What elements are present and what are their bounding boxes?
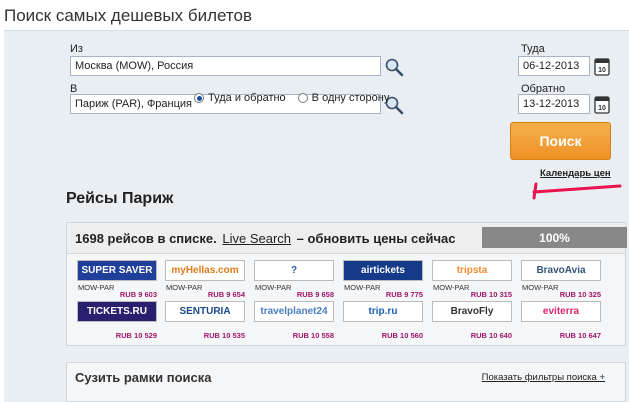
- roundtrip-radio[interactable]: [194, 93, 204, 103]
- agency-logo[interactable]: eviterra: [521, 301, 601, 322]
- agency-logo[interactable]: tripsta: [432, 260, 512, 281]
- results-panel: 1698 рейсов в списке. Live Search – обно…: [66, 222, 627, 346]
- from-label: Из: [70, 43, 83, 55]
- agency-route: MOW-PAR: [344, 283, 381, 292]
- agency-card[interactable]: airtickets MOW-PAR RUB 9 775: [343, 260, 423, 299]
- agency-logo[interactable]: ?: [254, 260, 334, 281]
- live-search-link[interactable]: Live Search: [222, 231, 291, 246]
- agency-card[interactable]: eviterra RUB 10 647: [521, 301, 601, 340]
- from-input[interactable]: Москва (MOW), Россия: [70, 56, 381, 76]
- show-filters-link[interactable]: Показать фильтры поиска +: [482, 372, 605, 383]
- agency-route: MOW-PAR: [522, 283, 559, 292]
- agency-logo[interactable]: BravoFly: [432, 301, 512, 322]
- search-icon[interactable]: [384, 57, 404, 77]
- agency-logo[interactable]: trip.ru: [343, 301, 423, 322]
- oneway-radio[interactable]: [297, 93, 308, 103]
- trip-type-radios: Туда и обратно В одну сторону: [194, 92, 389, 104]
- agency-route: MOW-PAR: [78, 283, 115, 292]
- agency-price[interactable]: RUB 10 529: [116, 331, 157, 340]
- agency-route: MOW-PAR: [166, 283, 203, 292]
- search-button[interactable]: Поиск: [510, 122, 611, 160]
- agency-price[interactable]: RUB 10 640: [471, 331, 512, 340]
- flights-title: Рейсы Париж: [66, 190, 174, 207]
- depart-label: Туда: [521, 43, 545, 55]
- agency-price[interactable]: RUB 9 654: [208, 290, 245, 299]
- agency-price[interactable]: RUB 10 325: [560, 290, 601, 299]
- agency-card[interactable]: SUPER SAVER MOW-PAR RUB 9 603: [77, 260, 157, 299]
- agency-price[interactable]: RUB 10 315: [471, 290, 512, 299]
- results-count: 1698 рейсов в списке.: [75, 231, 217, 246]
- agency-card[interactable]: BravoAvia MOW-PAR RUB 10 325: [521, 260, 601, 299]
- agency-logo[interactable]: SUPER SAVER: [77, 260, 157, 281]
- agency-logo[interactable]: airtickets: [343, 260, 423, 281]
- filters-panel: Сузить рамки поиска Показать фильтры пои…: [66, 362, 626, 402]
- agency-logo[interactable]: SENTURIA: [165, 301, 245, 322]
- agency-logo[interactable]: myHellas.com: [165, 260, 245, 281]
- svg-text:10: 10: [598, 67, 606, 74]
- progress-label: 100%: [539, 230, 570, 245]
- agency-card[interactable]: ? MOW-PAR RUB 9 658: [254, 260, 334, 299]
- roundtrip-label[interactable]: Туда и обратно: [208, 92, 286, 104]
- agency-price[interactable]: RUB 10 535: [204, 331, 245, 340]
- results-summary: 1698 рейсов в списке. Live Search – обно…: [75, 231, 455, 246]
- page-title: Поиск самых дешевых билетов: [4, 6, 252, 25]
- svg-text:10: 10: [598, 105, 606, 112]
- red-underline-annotation: [532, 182, 622, 200]
- calendar-icon[interactable]: 10: [594, 56, 610, 76]
- calendar-icon[interactable]: 10: [594, 94, 610, 114]
- agency-price[interactable]: RUB 10 558: [293, 331, 334, 340]
- oneway-label[interactable]: В одну сторону: [312, 92, 390, 104]
- agency-price[interactable]: RUB 10 560: [382, 331, 423, 340]
- agency-card[interactable]: tripsta MOW-PAR RUB 10 315: [432, 260, 512, 299]
- agency-card[interactable]: trip.ru RUB 10 560: [343, 301, 423, 340]
- agency-logo[interactable]: TICKETS.RU: [77, 301, 157, 322]
- agency-card[interactable]: travelplanet24 RUB 10 558: [254, 301, 334, 340]
- results-header: 1698 рейсов в списке. Live Search – обно…: [67, 223, 627, 254]
- agency-card[interactable]: SENTURIA RUB 10 535: [165, 301, 245, 340]
- progress-bar: 100%: [482, 227, 627, 248]
- agency-logo[interactable]: travelplanet24: [254, 301, 334, 322]
- refresh-text: – обновить цены сейчас: [296, 231, 456, 246]
- agency-card[interactable]: TICKETS.RU RUB 10 529: [77, 301, 157, 340]
- agency-card[interactable]: BravoFly RUB 10 640: [432, 301, 512, 340]
- agency-price[interactable]: RUB 9 603: [120, 290, 157, 299]
- depart-date-input[interactable]: 06-12-2013: [518, 56, 590, 76]
- agency-route: MOW-PAR: [433, 283, 470, 292]
- return-date-input[interactable]: 13-12-2013: [518, 94, 590, 114]
- agency-logo[interactable]: BravoAvia: [521, 260, 601, 281]
- agency-card[interactable]: myHellas.com MOW-PAR RUB 9 654: [165, 260, 245, 299]
- agency-price[interactable]: RUB 9 658: [297, 290, 334, 299]
- agency-price[interactable]: RUB 10 647: [560, 331, 601, 340]
- filters-title: Сузить рамки поиска: [75, 370, 212, 385]
- agency-route: MOW-PAR: [255, 283, 292, 292]
- agency-price[interactable]: RUB 9 775: [386, 290, 423, 299]
